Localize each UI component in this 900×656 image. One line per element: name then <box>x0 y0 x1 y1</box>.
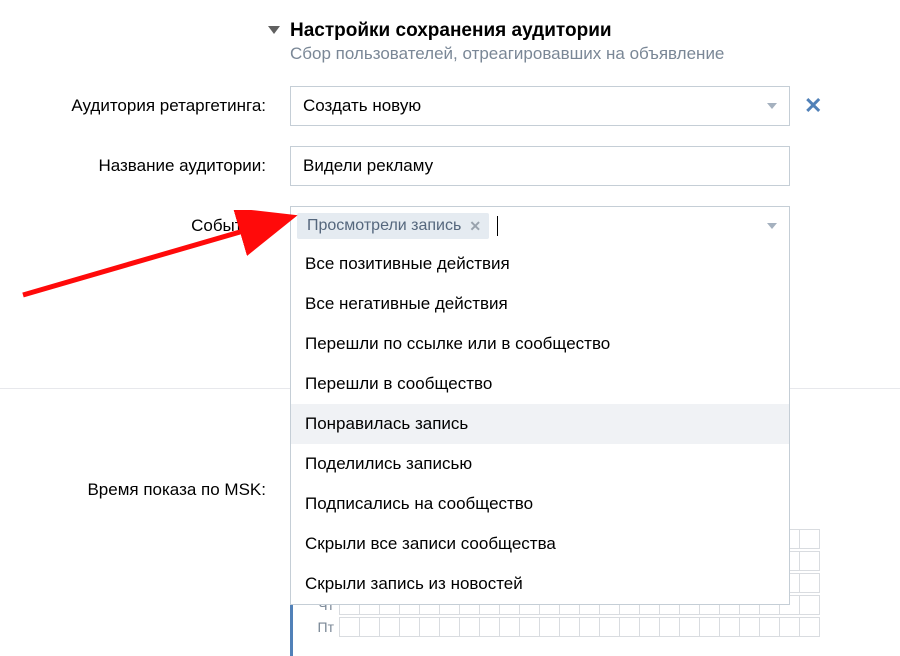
schedule-cell[interactable] <box>759 617 780 637</box>
events-option[interactable]: Все позитивные действия <box>291 244 789 284</box>
section-collapse-caret[interactable] <box>268 26 280 34</box>
retargeting-label: Аудитория ретаргетинга: <box>30 96 290 116</box>
events-option[interactable]: Подписались на сообщество <box>291 484 789 524</box>
audience-name-input[interactable] <box>303 156 777 176</box>
schedule-cell[interactable] <box>719 617 740 637</box>
section-title: Настройки сохранения аудитории <box>290 20 870 42</box>
schedule-cell[interactable] <box>599 617 620 637</box>
schedule-cell[interactable] <box>679 617 700 637</box>
schedule-cell[interactable] <box>539 617 560 637</box>
retargeting-select[interactable]: Создать новую <box>290 86 790 126</box>
schedule-cell[interactable] <box>639 617 660 637</box>
events-option[interactable]: Скрыли все записи сообщества <box>291 524 789 564</box>
events-option[interactable]: Понравилась запись <box>291 404 789 444</box>
schedule-cell[interactable] <box>559 617 580 637</box>
schedule-cell[interactable] <box>799 573 820 593</box>
schedule-cell[interactable] <box>579 617 600 637</box>
schedule-cell[interactable] <box>419 617 440 637</box>
section-subtitle: Сбор пользователей, отреагировавших на о… <box>290 44 870 64</box>
schedule-cell[interactable] <box>359 617 380 637</box>
events-option[interactable]: Все негативные действия <box>291 284 789 324</box>
events-option[interactable]: Перешли по ссылке или в сообщество <box>291 324 789 364</box>
schedule-cell[interactable] <box>799 617 820 637</box>
schedule-day-row: Пт <box>306 616 900 638</box>
schedule-cell[interactable] <box>739 617 760 637</box>
audience-name-input-wrap <box>290 146 790 186</box>
events-tag-remove[interactable]: ✕ <box>469 218 481 235</box>
remove-audience-button[interactable]: ✕ <box>804 95 822 117</box>
schedule-cell[interactable] <box>619 617 640 637</box>
schedule-cell[interactable] <box>519 617 540 637</box>
schedule-cell[interactable] <box>699 617 720 637</box>
retargeting-select-value: Создать новую <box>303 96 421 116</box>
schedule-cell[interactable] <box>799 529 820 549</box>
events-multiselect[interactable]: Просмотрели запись ✕ <box>290 206 790 246</box>
events-option[interactable]: Скрыли запись из новостей <box>291 564 789 604</box>
chevron-down-icon <box>767 103 777 109</box>
schedule-day-label: Пт <box>306 619 334 635</box>
audience-name-label: Название аудитории: <box>30 156 290 176</box>
schedule-label: Время показа по MSK: <box>30 476 290 500</box>
schedule-cell[interactable] <box>799 551 820 571</box>
schedule-cell[interactable] <box>499 617 520 637</box>
schedule-cell[interactable] <box>399 617 420 637</box>
schedule-cell[interactable] <box>799 595 820 615</box>
events-tag: Просмотрели запись ✕ <box>297 213 489 239</box>
schedule-cell[interactable] <box>439 617 460 637</box>
schedule-cell[interactable] <box>779 617 800 637</box>
events-tag-label: Просмотрели запись <box>307 217 461 235</box>
events-option[interactable]: Поделились записью <box>291 444 789 484</box>
text-cursor-icon <box>497 216 498 236</box>
schedule-cell[interactable] <box>379 617 400 637</box>
schedule-cell[interactable] <box>339 617 360 637</box>
chevron-down-icon <box>767 223 777 229</box>
schedule-cell[interactable] <box>479 617 500 637</box>
schedule-cell[interactable] <box>659 617 680 637</box>
schedule-cell[interactable] <box>459 617 480 637</box>
events-option[interactable]: Перешли в сообщество <box>291 364 789 404</box>
events-label: События: <box>30 216 290 236</box>
events-dropdown: Все позитивные действияВсе негативные де… <box>290 244 790 605</box>
